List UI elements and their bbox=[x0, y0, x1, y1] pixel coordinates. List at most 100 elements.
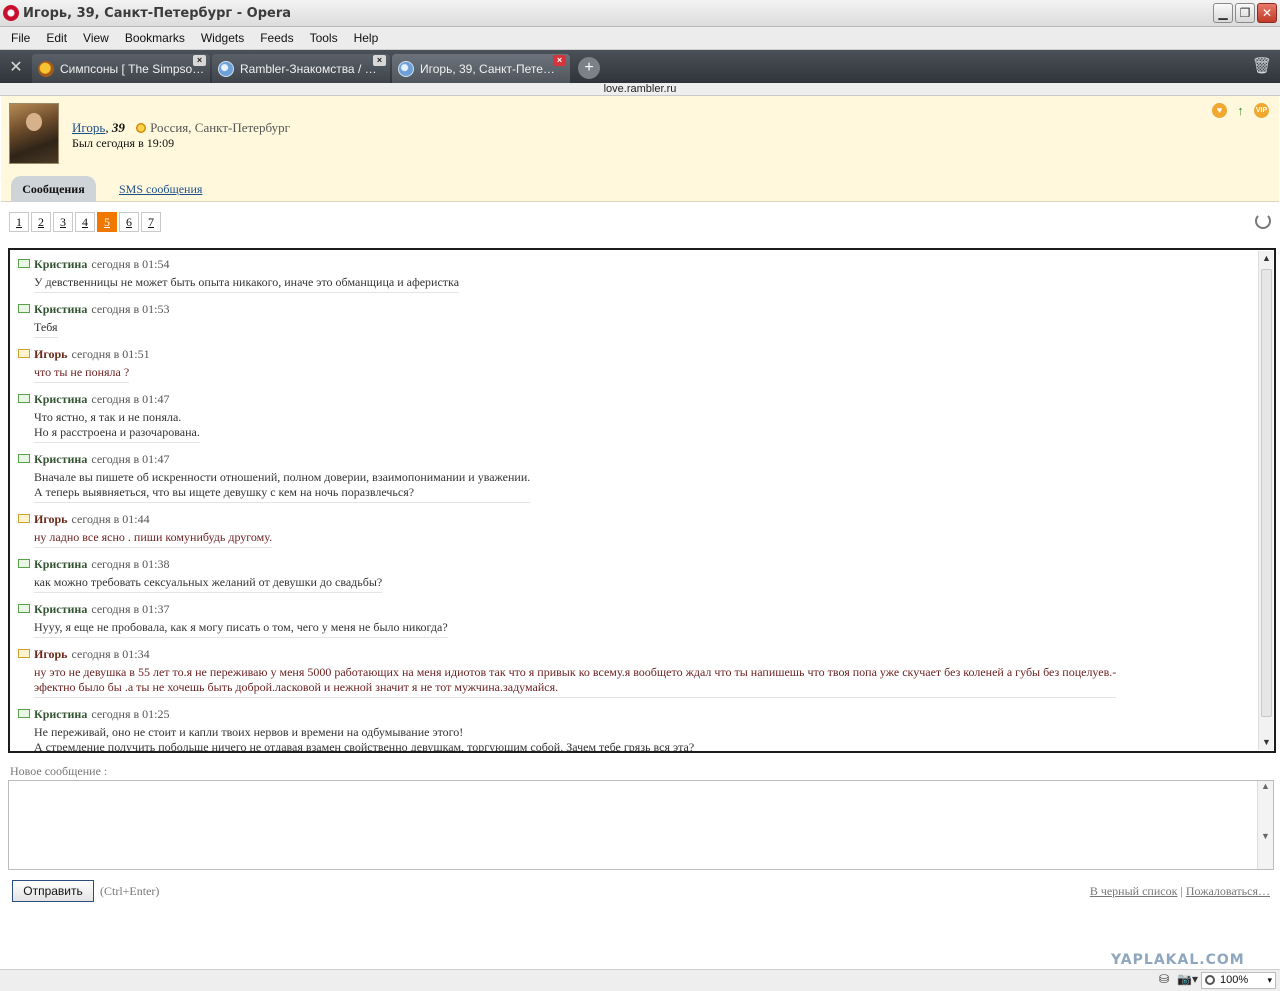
page-link[interactable]: 4 bbox=[75, 212, 95, 232]
message-author[interactable]: Кристина bbox=[34, 557, 87, 571]
message-author[interactable]: Кристина bbox=[34, 392, 87, 406]
new-tab-plus-icon[interactable]: + bbox=[578, 57, 600, 79]
scroll-up-icon[interactable]: ▲ bbox=[1259, 251, 1274, 266]
camera-icon[interactable]: 📷▾ bbox=[1177, 972, 1198, 986]
new-message-box: ▲ ▼ bbox=[8, 780, 1274, 870]
message-header: Кристина сегодня в 01:53 bbox=[34, 301, 1254, 318]
new-message-input[interactable] bbox=[9, 781, 1257, 869]
page-link[interactable]: 7 bbox=[141, 212, 161, 232]
tab-label: Игорь, 39, Санкт-Пете… bbox=[420, 61, 555, 76]
message-text-line: эфектно было бы .а ты не хочешь быть доб… bbox=[34, 680, 559, 694]
tab-simpsons[interactable]: Симпсоны [ The Simpso… × bbox=[32, 54, 210, 83]
report-link[interactable]: Пожаловаться… bbox=[1186, 884, 1270, 898]
message-header: Кристина сегодня в 01:54 bbox=[34, 256, 1254, 273]
profile-summary: Игорь, 39 Россия, Санкт-Петербург bbox=[72, 120, 290, 136]
avatar[interactable] bbox=[9, 103, 59, 164]
compose-scrollbar[interactable]: ▲ ▼ bbox=[1257, 781, 1273, 869]
profile-name-link[interactable]: Игорь bbox=[72, 120, 105, 135]
scroll-down-icon[interactable]: ▼ bbox=[1259, 735, 1274, 750]
page-link[interactable]: 1 bbox=[9, 212, 29, 232]
send-button[interactable]: Отправить bbox=[12, 880, 94, 902]
page-link-current[interactable]: 5 bbox=[97, 212, 117, 232]
tab-close-icon[interactable]: × bbox=[553, 55, 566, 66]
message-time: сегодня в 01:47 bbox=[91, 392, 170, 406]
menu-help[interactable]: Help bbox=[346, 31, 387, 45]
up-arrow-icon[interactable]: ↑ bbox=[1233, 103, 1248, 118]
globe-favicon-icon bbox=[218, 60, 234, 77]
blacklist-link[interactable]: В черный список bbox=[1090, 884, 1178, 898]
tab-profile-active[interactable]: Игорь, 39, Санкт-Пете… × bbox=[392, 54, 570, 83]
tab-messages[interactable]: Сообщения bbox=[11, 176, 96, 202]
close-window-button[interactable]: ✕ bbox=[1257, 3, 1277, 23]
tab-close-icon[interactable]: × bbox=[193, 55, 206, 66]
message-history: Кристина сегодня в 01:54 У девственницы не… bbox=[8, 248, 1276, 753]
globe-favicon-icon bbox=[398, 60, 414, 77]
heart-icon[interactable]: ♥ bbox=[1212, 103, 1227, 118]
window-controls: ▁ ❐ ✕ bbox=[1213, 3, 1277, 23]
menu-file[interactable]: File bbox=[3, 31, 38, 45]
status-icons: ⛁ 📷▾ bbox=[1159, 972, 1198, 986]
tab-label: Симпсоны [ The Simpso… bbox=[60, 61, 205, 76]
message-body: Тебя bbox=[34, 318, 58, 338]
message-header: Кристина сегодня в 01:47 bbox=[34, 391, 1254, 408]
message-item: Кристина сегодня в 01:38 как можно требова… bbox=[16, 556, 1254, 593]
message-time: сегодня в 01:54 bbox=[91, 257, 170, 271]
message-header: Игорь сегодня в 01:44 bbox=[34, 511, 1254, 528]
tab-close-icon[interactable]: × bbox=[373, 55, 386, 66]
links-separator: | bbox=[1180, 884, 1183, 898]
message-text-line: А стремление получить побольше ничего не… bbox=[34, 740, 695, 753]
message-text-line: ну ладно все ясно . пиши комунибудь друг… bbox=[34, 530, 273, 544]
message-header: Кристина сегодня в 01:25 bbox=[34, 706, 1254, 723]
message-header: Кристина сегодня в 01:38 bbox=[34, 556, 1254, 573]
envelope-icon bbox=[18, 514, 30, 523]
message-author[interactable]: Кристина bbox=[34, 302, 87, 316]
message-header: Кристина сегодня в 01:47 bbox=[34, 451, 1254, 468]
simpsons-favicon-icon bbox=[38, 60, 54, 77]
message-scrollbar[interactable]: ▲ ▼ bbox=[1258, 251, 1273, 750]
message-author[interactable]: Игорь bbox=[34, 647, 68, 661]
maximize-button[interactable]: ❐ bbox=[1235, 3, 1255, 23]
envelope-icon bbox=[18, 304, 30, 313]
tab-rambler-dating[interactable]: Rambler-Знакомства / … × bbox=[212, 54, 390, 83]
message-body: ну это не девушка в 55 лет то.я не переж… bbox=[34, 663, 1117, 698]
message-author[interactable]: Кристина bbox=[34, 257, 87, 271]
message-author[interactable]: Игорь bbox=[34, 347, 68, 361]
turbo-icon[interactable]: ⛁ bbox=[1159, 972, 1169, 986]
message-author[interactable]: Кристина bbox=[34, 452, 87, 466]
page-link[interactable]: 2 bbox=[31, 212, 51, 232]
window-title: Игорь, 39, Санкт-Петербург - Opera bbox=[23, 5, 292, 21]
magnifier-icon bbox=[1205, 975, 1215, 985]
message-item: Кристина сегодня в 01:37 Нууу, я еще не пр… bbox=[16, 601, 1254, 638]
menu-view[interactable]: View bbox=[75, 31, 117, 45]
menu-feeds[interactable]: Feeds bbox=[252, 31, 301, 45]
menu-edit[interactable]: Edit bbox=[38, 31, 75, 45]
tab-sms-messages[interactable]: SMS сообщения bbox=[119, 182, 202, 197]
page-link[interactable]: 6 bbox=[119, 212, 139, 232]
envelope-icon bbox=[18, 454, 30, 463]
send-hotkey-hint: (Ctrl+Enter) bbox=[100, 884, 160, 898]
name-age-separator: , bbox=[105, 120, 109, 135]
message-body: Вначале вы пишете об искренности отношен… bbox=[34, 468, 531, 503]
message-time: сегодня в 01:44 bbox=[71, 512, 150, 526]
status-bar: ⛁ 📷▾ 100% ▾ bbox=[0, 969, 1280, 991]
envelope-icon bbox=[18, 349, 30, 358]
zoom-dropdown-icon[interactable]: ▾ bbox=[1267, 973, 1272, 988]
message-author[interactable]: Игорь bbox=[34, 512, 68, 526]
message-body: что ты не поняла ? bbox=[34, 363, 130, 383]
refresh-icon[interactable] bbox=[1255, 213, 1271, 229]
scroll-thumb[interactable] bbox=[1261, 269, 1272, 717]
trash-icon[interactable]: 🗑 bbox=[1252, 56, 1272, 76]
minimize-button[interactable]: ▁ bbox=[1213, 3, 1233, 23]
menu-tools[interactable]: Tools bbox=[302, 31, 346, 45]
menu-widgets[interactable]: Widgets bbox=[193, 31, 252, 45]
message-author[interactable]: Кристина bbox=[34, 602, 87, 616]
message-list: Кристина сегодня в 01:54 У девственницы не… bbox=[16, 256, 1254, 753]
message-author[interactable]: Кристина bbox=[34, 707, 87, 721]
wrench-icon[interactable]: ✕ bbox=[0, 50, 32, 83]
vip-icon[interactable]: VIP bbox=[1254, 103, 1269, 118]
zoom-control[interactable]: 100% ▾ bbox=[1201, 972, 1276, 989]
message-time: сегодня в 01:37 bbox=[91, 602, 170, 616]
address-bar[interactable]: love.rambler.ru bbox=[0, 83, 1280, 96]
menu-bookmarks[interactable]: Bookmarks bbox=[117, 31, 193, 45]
page-link[interactable]: 3 bbox=[53, 212, 73, 232]
